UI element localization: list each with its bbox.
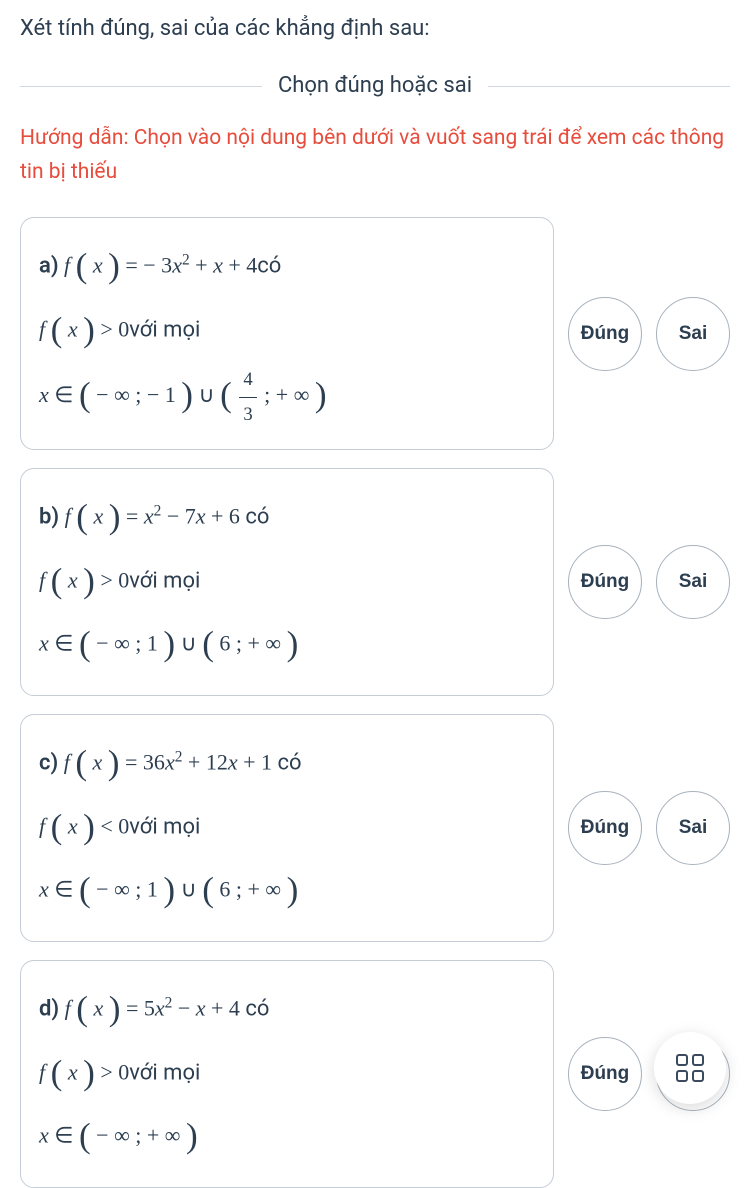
- question-item-row: d) f ( x ) = 5x2 − x + 4 cóf ( x ) > 0vớ…: [20, 960, 730, 1188]
- equation-line: d) f ( x ) = 5x2 − x + 4 có: [39, 979, 535, 1042]
- true-button[interactable]: Đúng: [568, 1037, 642, 1111]
- section-divider: Chọn đúng hoặc sai: [20, 73, 730, 98]
- false-button[interactable]: Sai: [656, 791, 730, 865]
- true-button[interactable]: Đúng: [568, 791, 642, 865]
- true-button[interactable]: Đúng: [568, 545, 642, 619]
- range-line: x ∈ ( − ∞ ; 1 ) ∪ ( 6 ; + ∞ ): [39, 614, 535, 677]
- true-button[interactable]: Đúng: [568, 297, 642, 371]
- condition-line: f ( x ) > 0với mọi: [39, 300, 535, 363]
- false-button[interactable]: Sai: [656, 545, 730, 619]
- question-text: Xét tính đúng, sai của các khẳng định sa…: [20, 12, 730, 45]
- divider-label: Chọn đúng hoặc sai: [262, 73, 488, 98]
- false-button[interactable]: Sai: [656, 297, 730, 371]
- question-item-box[interactable]: c) f ( x ) = 36x2 + 12x + 1 cóf ( x ) < …: [20, 714, 554, 942]
- grid-icon: [676, 1054, 704, 1082]
- question-item-box[interactable]: d) f ( x ) = 5x2 − x + 4 cóf ( x ) > 0vớ…: [20, 960, 554, 1188]
- menu-fab-button[interactable]: [654, 1032, 726, 1104]
- equation-line: c) f ( x ) = 36x2 + 12x + 1 có: [39, 733, 535, 796]
- question-item-box[interactable]: b) f ( x ) = x2 − 7x + 6 cóf ( x ) > 0vớ…: [20, 468, 554, 696]
- question-item-box[interactable]: a) f ( x ) = − 3x2 + x + 4cóf ( x ) > 0v…: [20, 217, 554, 450]
- hint-text: Hướng dẫn: Chọn vào nội dung bên dưới và…: [20, 122, 730, 189]
- question-item-row: a) f ( x ) = − 3x2 + x + 4cóf ( x ) > 0v…: [20, 217, 730, 450]
- equation-line: a) f ( x ) = − 3x2 + x + 4có: [39, 236, 535, 299]
- condition-line: f ( x ) > 0với mọi: [39, 1043, 535, 1106]
- equation-line: b) f ( x ) = x2 − 7x + 6 có: [39, 487, 535, 550]
- range-line: x ∈ ( − ∞ ; + ∞ ): [39, 1106, 535, 1169]
- range-line: x ∈ ( − ∞ ; 1 ) ∪ ( 6 ; + ∞ ): [39, 860, 535, 923]
- range-line: x ∈ ( − ∞ ; − 1 ) ∪ ( 43 ; + ∞ ): [39, 363, 535, 431]
- condition-line: f ( x ) > 0với mọi: [39, 551, 535, 614]
- question-item-row: b) f ( x ) = x2 − 7x + 6 cóf ( x ) > 0vớ…: [20, 468, 730, 696]
- question-item-row: c) f ( x ) = 36x2 + 12x + 1 cóf ( x ) < …: [20, 714, 730, 942]
- condition-line: f ( x ) < 0với mọi: [39, 797, 535, 860]
